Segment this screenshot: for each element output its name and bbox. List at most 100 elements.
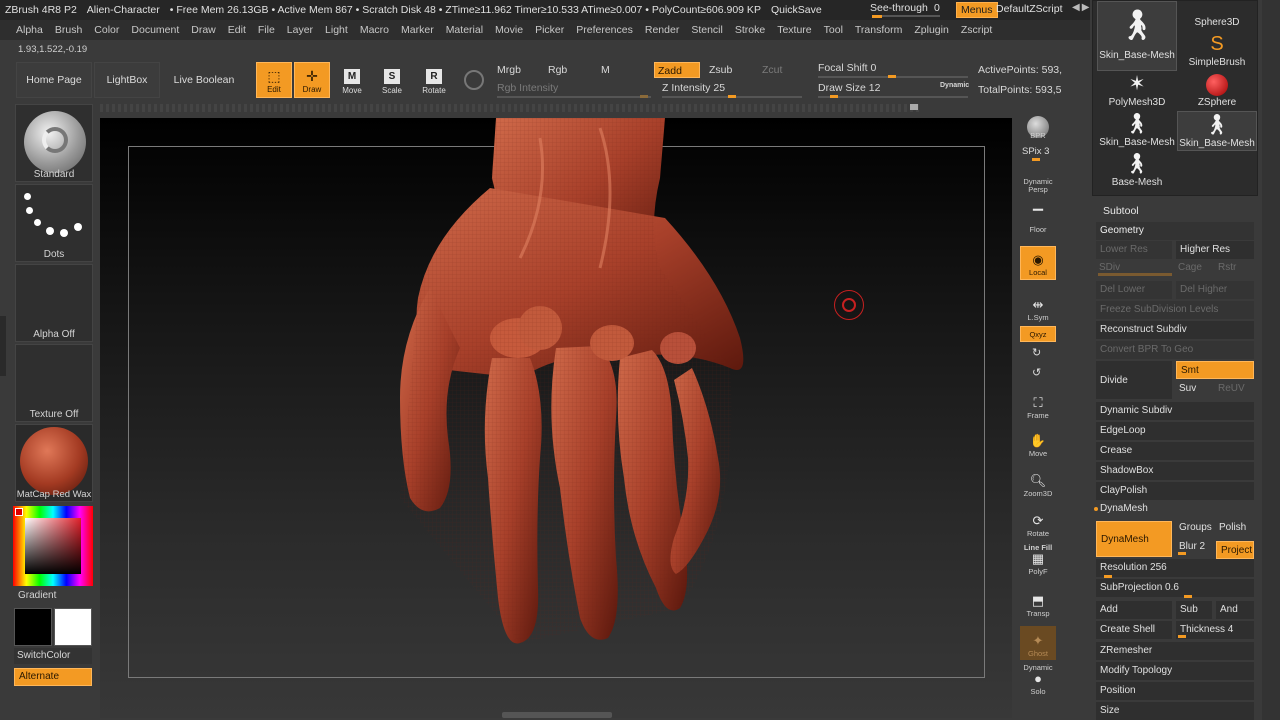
draw-mode-button[interactable]: ✛ Draw — [294, 62, 330, 98]
dynamic-subdiv-section[interactable]: Dynamic Subdiv — [1096, 402, 1254, 420]
zadd-button[interactable]: Zadd — [654, 62, 700, 78]
menu-light[interactable]: Light — [319, 24, 354, 36]
rgb-intensity-handle[interactable] — [640, 95, 648, 98]
ghost-button[interactable]: ✦ Ghost — [1020, 626, 1056, 660]
subtool-section-header[interactable]: Subtool — [1103, 205, 1139, 217]
blur-handle[interactable] — [1178, 552, 1186, 555]
reuv-toggle[interactable]: ReUV — [1218, 383, 1245, 394]
menu-zplugin[interactable]: Zplugin — [908, 24, 954, 36]
menu-marker[interactable]: Marker — [395, 24, 440, 36]
rgb-intensity-slider[interactable]: Rgb Intensity — [497, 82, 558, 94]
menu-transform[interactable]: Transform — [849, 24, 908, 36]
geometry-section-header[interactable]: Geometry — [1096, 222, 1254, 240]
freeze-subdivision-button[interactable]: Freeze SubDivision Levels — [1096, 301, 1254, 319]
groups-toggle[interactable]: Groups — [1179, 522, 1212, 533]
menu-zscript[interactable]: Zscript — [955, 24, 999, 36]
scale-mode-button[interactable]: S Scale — [374, 62, 410, 98]
resolution-slider[interactable]: Resolution 256 — [1096, 559, 1254, 577]
tool-skin-base-mesh-1[interactable]: 🚶︎ Skin_Base-Mesh — [1097, 1, 1177, 71]
mrgb-button[interactable]: Mrgb — [497, 64, 521, 76]
smt-toggle[interactable]: Smt — [1176, 361, 1254, 379]
tool-skin-base-mesh-3[interactable]: 🚶︎ Skin_Base-Mesh — [1177, 111, 1257, 151]
rotate-mode-button[interactable]: R Rotate — [416, 62, 452, 98]
polish-toggle[interactable]: Polish — [1219, 522, 1246, 533]
rgb-button[interactable]: Rgb — [548, 64, 567, 76]
zremesher-section[interactable]: ZRemesher — [1096, 642, 1254, 660]
color-picker-square[interactable] — [25, 518, 81, 574]
menu-render[interactable]: Render — [639, 24, 685, 36]
local-button[interactable]: ◉ Local — [1020, 246, 1056, 280]
subprojection-slider[interactable]: SubProjection 0.6 — [1096, 579, 1254, 597]
solo-button[interactable]: Dynamic ● Solo — [1020, 664, 1056, 698]
z-intensity-handle[interactable] — [728, 95, 736, 98]
menu-layer[interactable]: Layer — [281, 24, 319, 36]
qxyz-button[interactable]: Qxyz — [1020, 326, 1056, 342]
dynamesh-button[interactable]: DynaMesh — [1096, 521, 1172, 557]
frame-button[interactable]: ⛶ Frame — [1020, 388, 1056, 422]
add-button[interactable]: Add — [1096, 601, 1172, 619]
primary-color-swatch[interactable] — [14, 608, 52, 646]
modify-topology-section[interactable]: Modify Topology — [1096, 662, 1254, 680]
and-button[interactable]: And — [1216, 601, 1254, 619]
menu-document[interactable]: Document — [125, 24, 185, 36]
m-button[interactable]: M — [601, 64, 610, 76]
switch-color-button[interactable]: SwitchColor — [14, 648, 92, 664]
bpr-render-button[interactable]: BPR — [1020, 108, 1056, 142]
bottom-tray-handle[interactable] — [502, 712, 612, 718]
sculpted-hand-model[interactable] — [100, 118, 1012, 718]
rotate-y-icon[interactable]: ↻ — [1032, 346, 1041, 359]
thickness-handle[interactable] — [1178, 635, 1186, 638]
default-zscript-button[interactable]: DefaultZScript — [996, 3, 1063, 15]
material-sphere-icon[interactable] — [464, 70, 484, 90]
position-section[interactable]: Position — [1096, 682, 1254, 700]
reconstruct-subdiv-button[interactable]: Reconstruct Subdiv — [1096, 321, 1254, 339]
resolution-handle[interactable] — [1104, 575, 1112, 578]
lightbox-button[interactable]: LightBox — [94, 62, 160, 98]
live-boolean-button[interactable]: Live Boolean — [162, 62, 246, 98]
create-shell-button[interactable]: Create Shell — [1096, 621, 1172, 639]
del-lower-button[interactable]: Del Lower — [1096, 281, 1172, 299]
rstr-button[interactable]: Rstr — [1218, 262, 1236, 273]
alternate-button[interactable]: Alternate — [14, 668, 92, 686]
floor-button[interactable]: ▔ Floor — [1020, 202, 1056, 236]
menu-macro[interactable]: Macro — [354, 24, 395, 36]
menu-color[interactable]: Color — [88, 24, 125, 36]
dynamic-size-toggle[interactable]: Dynamic — [940, 82, 969, 89]
lsym-button[interactable]: ⇹ L.Sym — [1020, 290, 1056, 324]
tool-zsphere[interactable]: ZSphere — [1177, 71, 1257, 111]
color-picker[interactable] — [13, 506, 93, 586]
sdiv-slider[interactable]: SDiv — [1099, 262, 1120, 273]
project-toggle[interactable]: Project — [1216, 541, 1254, 559]
tool-skin-base-mesh-2[interactable]: 🚶︎ Skin_Base-Mesh — [1097, 111, 1177, 151]
lower-res-button[interactable]: Lower Res — [1096, 241, 1172, 259]
top-tray-divider[interactable] — [100, 104, 920, 112]
zoom3d-button[interactable]: 🔍︎ Zoom3D — [1020, 466, 1056, 500]
home-page-button[interactable]: Home Page — [16, 62, 92, 98]
menu-alpha[interactable]: Alpha — [10, 24, 49, 36]
menus-toggle-button[interactable]: Menus — [956, 2, 998, 18]
cage-button[interactable]: Cage — [1178, 262, 1202, 273]
line-fill-button[interactable]: Line Fill ▦ PolyF — [1020, 544, 1056, 578]
canvas-viewport[interactable] — [100, 118, 1012, 718]
tool-simplebrush[interactable]: S SimpleBrush — [1177, 31, 1257, 71]
left-tray-handle[interactable] — [0, 316, 6, 376]
tray-toggle-handle[interactable] — [910, 104, 918, 110]
transp-button[interactable]: ⬒ Transp — [1020, 586, 1056, 620]
subprojection-handle[interactable] — [1184, 595, 1192, 598]
shadowbox-section[interactable]: ShadowBox — [1096, 462, 1254, 480]
menu-stencil[interactable]: Stencil — [685, 24, 729, 36]
menu-movie[interactable]: Movie — [489, 24, 529, 36]
menu-file[interactable]: File — [252, 24, 281, 36]
see-through-handle[interactable] — [872, 15, 882, 18]
blur-slider[interactable]: Blur 2 — [1179, 541, 1205, 552]
menu-brush[interactable]: Brush — [49, 24, 88, 36]
draw-size-handle[interactable] — [830, 95, 838, 98]
z-intensity-slider[interactable]: Z Intensity 25 — [662, 82, 725, 94]
divide-button[interactable]: Divide — [1096, 361, 1172, 399]
spix-handle[interactable] — [1032, 158, 1040, 161]
menu-edit[interactable]: Edit — [222, 24, 252, 36]
quicksave-button[interactable]: QuickSave — [766, 4, 827, 16]
menu-stroke[interactable]: Stroke — [729, 24, 771, 36]
tool-sphere3d[interactable]: Sphere3D — [1177, 1, 1257, 31]
tool-polymesh3d[interactable]: ✶ PolyMesh3D — [1097, 71, 1177, 111]
